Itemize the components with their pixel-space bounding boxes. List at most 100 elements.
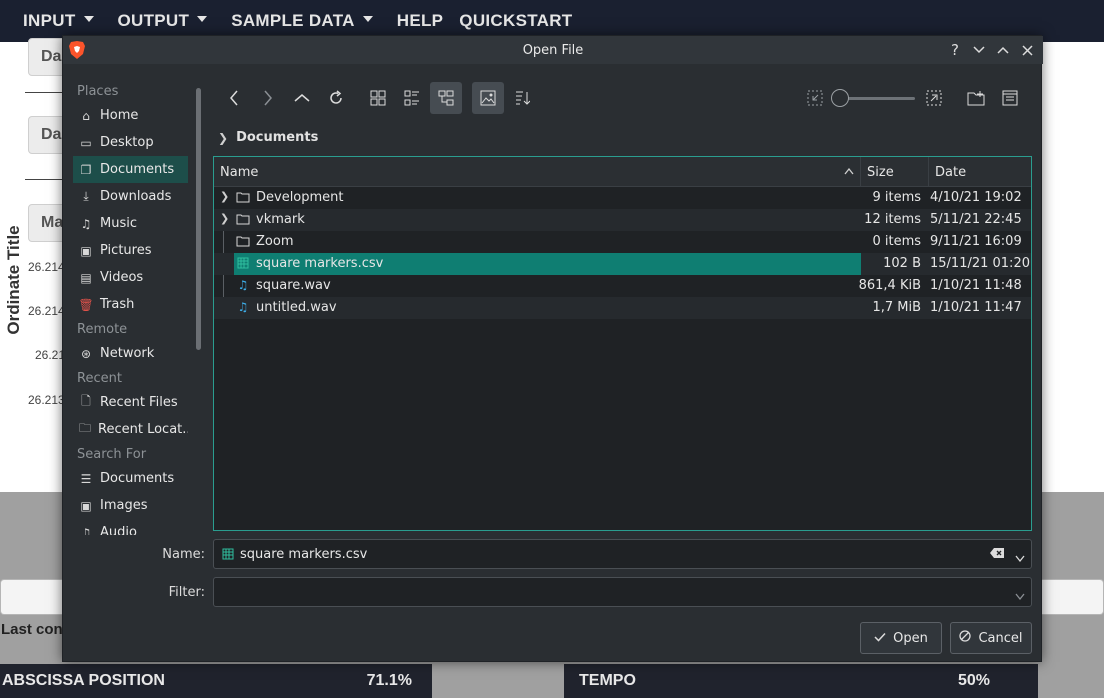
audio-file-icon: ♫ (237, 300, 249, 314)
y-tick-label: 26.21 (35, 348, 66, 362)
sidebar-item-videos[interactable]: ▤ Videos (73, 264, 188, 291)
window-controls: ? (943, 40, 1039, 60)
menu-help-label: HELP (396, 11, 444, 30)
menu-quickstart-label: QUICKSTART (459, 11, 573, 30)
name-field[interactable]: square markers.csv (213, 539, 1032, 569)
background-input-right[interactable] (1042, 579, 1104, 615)
sidebar-item-music[interactable]: ♫ Music (73, 210, 188, 237)
file-size: 9 items (872, 190, 921, 205)
file-name: Development (256, 190, 344, 205)
chevron-right-icon: ❯ (218, 130, 229, 145)
sidebar-item-label: Audio (100, 525, 137, 535)
caret-down-icon (362, 16, 373, 22)
expand-icon[interactable]: ❯ (220, 190, 229, 203)
file-name: square markers.csv (256, 256, 384, 271)
caret-down-icon (197, 16, 208, 22)
sidebar-item-documents[interactable]: ❐ Documents (73, 156, 188, 183)
reload-icon[interactable] (320, 82, 352, 114)
name-field-value: square markers.csv (240, 546, 368, 562)
file-size: 861,4 KiB (858, 278, 921, 293)
sidebar-item-pictures[interactable]: ▣ Pictures (73, 237, 188, 264)
sidebar-item-trash[interactable]: 🗑 Trash (73, 291, 188, 318)
sidebar-item-search-documents[interactable]: ☰ Documents (73, 465, 188, 492)
menu-quickstart[interactable]: QUICKSTART (459, 11, 572, 31)
sidebar-item-label: Trash (100, 297, 135, 312)
up-icon[interactable] (286, 82, 318, 114)
cancel-icon (959, 630, 972, 646)
menu-input-label: INPUT (23, 11, 76, 30)
chevron-down-icon[interactable] (1015, 589, 1025, 604)
open-button-label: Open (893, 630, 928, 646)
sort-icon[interactable] (506, 82, 538, 114)
music-icon: ♫ (80, 216, 92, 231)
cancel-button[interactable]: Cancel (950, 622, 1032, 654)
forward-icon[interactable] (252, 82, 284, 114)
tree-view-icon[interactable] (430, 82, 462, 114)
detailed-view-icon[interactable] (396, 82, 428, 114)
chevron-down-icon[interactable] (1015, 551, 1025, 566)
file-date: 15/11/21 01:20 (930, 256, 1030, 271)
menu-output[interactable]: OUTPUT (118, 11, 208, 31)
recent-files-icon: 🗋 (81, 394, 91, 408)
expand-icon[interactable]: ❯ (220, 212, 229, 225)
ordinate-title: Ordinate Title (4, 225, 23, 335)
clear-text-icon[interactable] (989, 547, 1005, 563)
minimize-icon[interactable] (967, 40, 991, 60)
file-size: 102 B (883, 256, 921, 271)
menu-help[interactable]: HELP (397, 11, 444, 31)
maximize-icon[interactable] (991, 40, 1015, 60)
file-row-square-wav[interactable]: ♫ square.wav 861,4 KiB 1/10/21 11:48 (214, 275, 1031, 297)
zoom-slider-handle[interactable] (831, 89, 849, 107)
menu-sample-data[interactable]: SAMPLE DATA (231, 11, 373, 31)
folder-icon (236, 234, 250, 248)
column-header-name[interactable]: Name (214, 157, 861, 187)
icons-view-icon[interactable] (362, 82, 394, 114)
sidebar-item-home[interactable]: ⌂ Home (73, 102, 188, 129)
sidebar-item-label: Pictures (100, 243, 152, 258)
menu-input[interactable]: INPUT (23, 11, 94, 31)
open-button[interactable]: Open (860, 622, 942, 654)
breadcrumb-documents[interactable]: Documents (236, 130, 318, 145)
y-tick-label: 26.213 (28, 393, 65, 407)
zoom-out-icon[interactable] (799, 82, 831, 114)
background-input[interactable] (0, 579, 62, 615)
close-icon[interactable] (1015, 40, 1039, 60)
sidebar-item-label: Network (100, 346, 155, 361)
dialog-titlebar[interactable]: Open File ? (63, 36, 1043, 64)
file-size: 0 items (872, 234, 921, 249)
name-label: Name: (162, 547, 205, 562)
sidebar-item-recent-files[interactable]: 🗋 Recent Files (73, 389, 188, 416)
folder-icon (236, 212, 250, 226)
preview-icon[interactable] (472, 82, 504, 114)
file-row-development[interactable]: ❯ Development 9 items 4/10/21 19:02 (214, 187, 1031, 209)
pictures-icon: ▣ (80, 243, 92, 258)
sidebar-item-search-images[interactable]: ▣ Images (73, 492, 188, 519)
audio-file-icon: ♫ (237, 278, 249, 292)
new-folder-icon[interactable] (960, 82, 992, 114)
sidebar-item-label: Desktop (100, 135, 154, 150)
sidebar-item-downloads[interactable]: ⤓ Downloads (73, 183, 188, 210)
file-row-zoom[interactable]: Zoom 0 items 9/11/21 16:09 (214, 231, 1031, 253)
breadcrumb[interactable]: ❯ Documents (218, 130, 318, 145)
filter-field[interactable] (213, 577, 1032, 607)
remote-section-header: Remote (77, 322, 128, 337)
help-icon[interactable]: ? (943, 40, 967, 60)
sidebar-item-search-audio[interactable]: ♫ Audio (73, 519, 188, 535)
file-row-vkmark[interactable]: ❯ vkmark 12 items 5/11/21 22:45 (214, 209, 1031, 231)
file-row-untitled-wav[interactable]: ♫ untitled.wav 1,7 MiB 1/10/21 11:47 (214, 297, 1031, 319)
options-panel-icon[interactable] (994, 82, 1026, 114)
spreadsheet-icon (222, 548, 234, 560)
tempo-panel: TEMPO 50% (564, 664, 1038, 698)
column-header-date[interactable]: Date (929, 157, 1031, 187)
zoom-in-icon[interactable] (918, 82, 950, 114)
sidebar-item-recent-locations[interactable]: 🗀 Recent Locat... (73, 416, 188, 443)
sidebar-item-desktop[interactable]: ▭ Desktop (73, 129, 188, 156)
sidebar-item-label: Recent Locat... (98, 422, 188, 437)
column-header-size[interactable]: Size (861, 157, 929, 187)
places-scrollbar[interactable] (196, 88, 201, 350)
sidebar-item-network[interactable]: ⊛ Network (73, 340, 188, 367)
back-icon[interactable] (218, 82, 250, 114)
file-row-square-markers-csv[interactable]: square markers.csv 102 B 15/11/21 01:20 (214, 253, 1031, 275)
abscissa-position-label: ABSCISSA POSITION (2, 672, 165, 689)
menu-output-label: OUTPUT (117, 11, 190, 30)
